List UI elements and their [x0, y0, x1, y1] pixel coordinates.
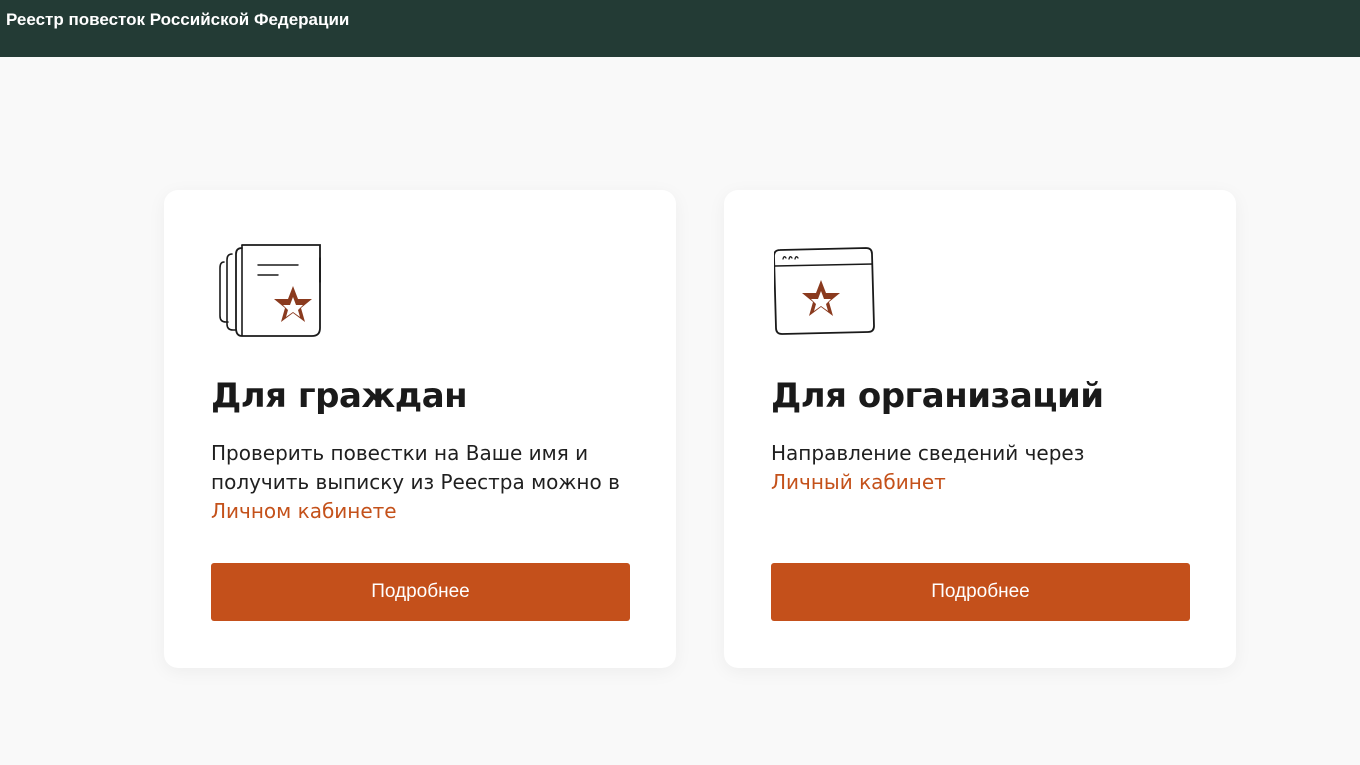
more-info-button-organizations[interactable]: Подробнее: [771, 563, 1190, 621]
personal-account-link[interactable]: Личный кабинет: [771, 470, 946, 494]
card-description: Направление сведений через Личный кабине…: [771, 439, 1211, 497]
card-citizens: Для граждан Проверить повестки на Ваше и…: [164, 190, 676, 668]
card-title: Для организаций: [771, 376, 1104, 416]
card-description-text: Проверить повестки на Ваше имя и получит…: [211, 441, 620, 494]
card-description: Проверить повестки на Ваше имя и получит…: [211, 439, 651, 526]
personal-account-link[interactable]: Личном кабинете: [211, 499, 397, 523]
more-info-button-citizens[interactable]: Подробнее: [211, 563, 630, 621]
summons-document-star-icon: [214, 242, 324, 342]
site-title: Реестр повесток Российской Федерации: [6, 10, 350, 29]
browser-window-star-icon: [773, 242, 884, 342]
card-description-text: Направление сведений через: [771, 441, 1085, 465]
card-organizations: Для организаций Направление сведений чер…: [724, 190, 1236, 668]
top-bar: Реестр повесток Российской Федерации: [0, 0, 1360, 57]
card-title: Для граждан: [211, 376, 468, 416]
